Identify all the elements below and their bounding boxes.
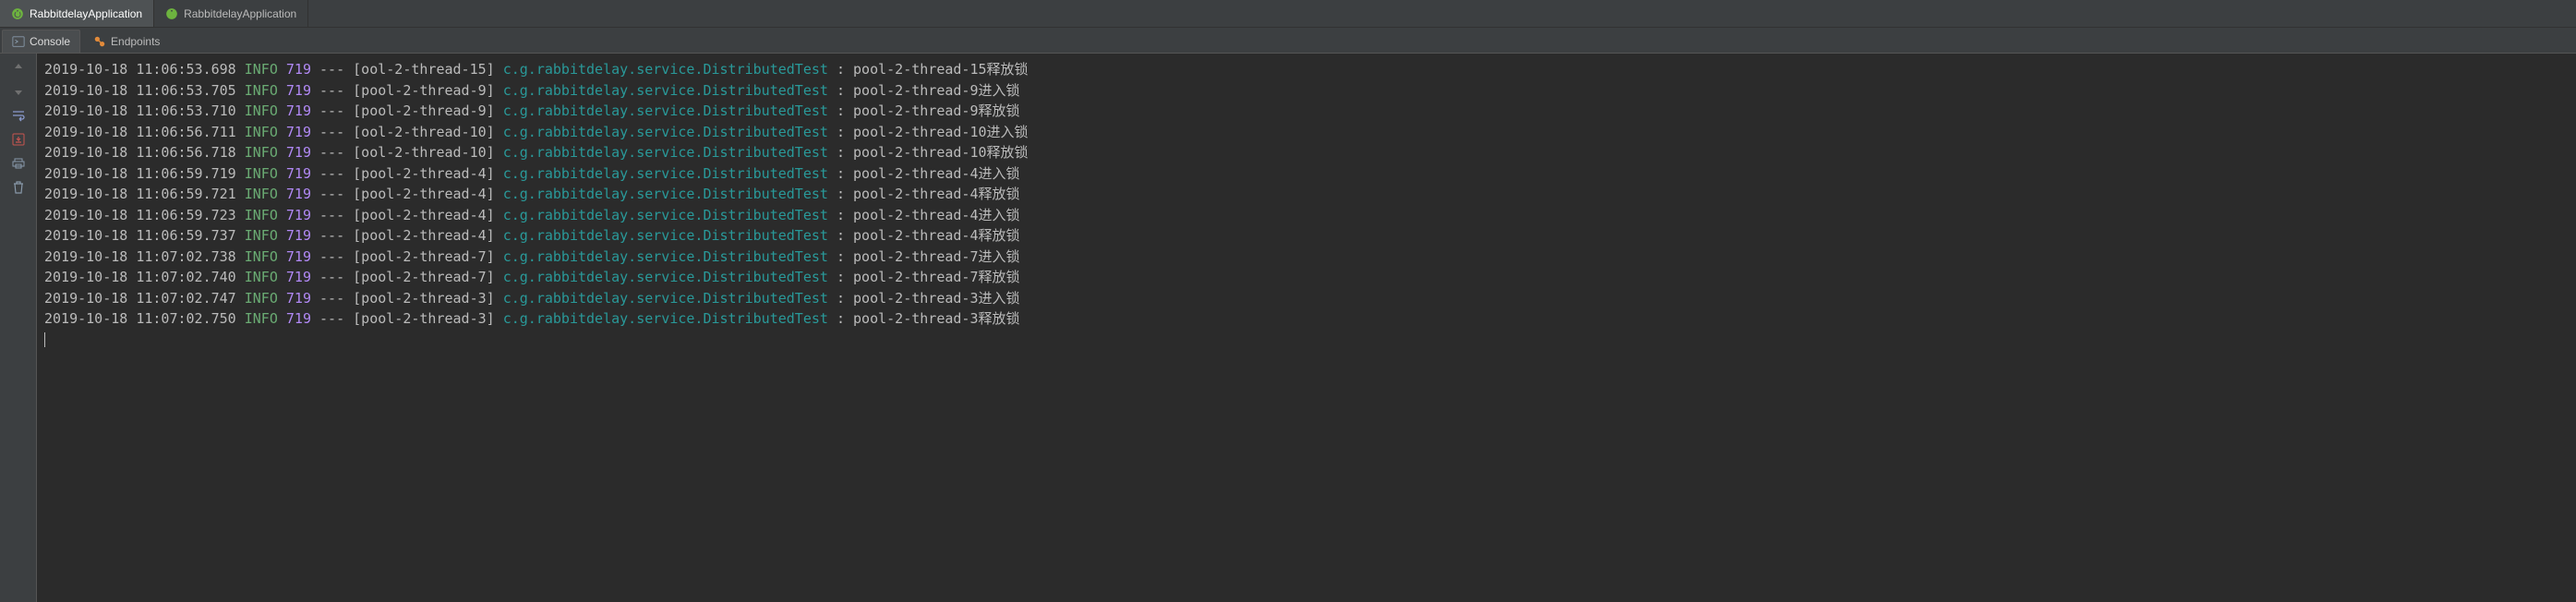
log-line: 2019-10-18 11:06:53.710 INFO 719 --- [po… xyxy=(44,101,2569,122)
spring-boot-icon xyxy=(165,7,178,20)
run-config-tab-label: RabbitdelayApplication xyxy=(184,7,296,20)
tab-endpoints-label: Endpoints xyxy=(111,35,160,48)
log-line: 2019-10-18 11:06:59.719 INFO 719 --- [po… xyxy=(44,163,2569,185)
spring-boot-icon xyxy=(11,7,24,20)
console-gutter xyxy=(0,54,37,602)
console-output[interactable]: 2019-10-18 11:06:53.698 INFO 719 --- [oo… xyxy=(37,54,2576,602)
console-icon xyxy=(12,35,25,48)
print-icon[interactable] xyxy=(10,155,27,172)
log-line: 2019-10-18 11:06:56.718 INFO 719 --- [oo… xyxy=(44,142,2569,163)
run-config-tab-label: RabbitdelayApplication xyxy=(30,7,142,20)
trash-icon[interactable] xyxy=(10,179,27,196)
log-line: 2019-10-18 11:07:02.747 INFO 719 --- [po… xyxy=(44,288,2569,309)
log-line: 2019-10-18 11:06:56.711 INFO 719 --- [oo… xyxy=(44,122,2569,143)
log-line: 2019-10-18 11:07:02.750 INFO 719 --- [po… xyxy=(44,308,2569,330)
log-line: 2019-10-18 11:06:53.698 INFO 719 --- [oo… xyxy=(44,59,2569,80)
scroll-down-icon[interactable] xyxy=(10,83,27,100)
run-config-tab-1[interactable]: RabbitdelayApplication xyxy=(0,0,154,27)
scroll-to-end-icon[interactable] xyxy=(10,131,27,148)
log-line: 2019-10-18 11:06:59.723 INFO 719 --- [po… xyxy=(44,205,2569,226)
log-line: 2019-10-18 11:06:59.737 INFO 719 --- [po… xyxy=(44,225,2569,247)
output-sub-tabs: Console Endpoints xyxy=(0,28,2576,54)
tab-console-label: Console xyxy=(30,35,70,48)
log-line: 2019-10-18 11:07:02.738 INFO 719 --- [po… xyxy=(44,247,2569,268)
scroll-up-icon[interactable] xyxy=(10,59,27,76)
endpoints-icon xyxy=(93,35,106,48)
log-line: 2019-10-18 11:06:59.721 INFO 719 --- [po… xyxy=(44,184,2569,205)
tab-endpoints[interactable]: Endpoints xyxy=(84,30,169,53)
soft-wrap-icon[interactable] xyxy=(10,107,27,124)
run-config-tabs: RabbitdelayApplication RabbitdelayApplic… xyxy=(0,0,2576,28)
log-line: 2019-10-18 11:07:02.740 INFO 719 --- [po… xyxy=(44,267,2569,288)
run-config-tab-2[interactable]: RabbitdelayApplication xyxy=(154,0,308,27)
main-area: 2019-10-18 11:06:53.698 INFO 719 --- [oo… xyxy=(0,54,2576,602)
tab-console[interactable]: Console xyxy=(2,30,80,53)
log-line: 2019-10-18 11:06:53.705 INFO 719 --- [po… xyxy=(44,80,2569,102)
